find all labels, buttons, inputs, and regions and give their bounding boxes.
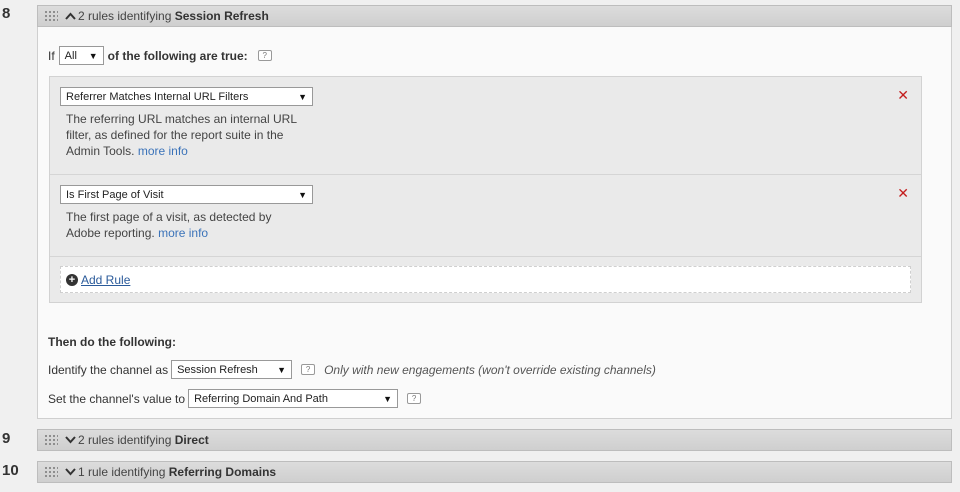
panel-title: 1 rule identifying Referring Domains bbox=[78, 465, 276, 479]
panel-channel-name: Direct bbox=[174, 433, 209, 447]
drag-handle-icon[interactable] bbox=[44, 466, 58, 478]
rule-type-value: Referrer Matches Internal URL Filters bbox=[66, 90, 249, 103]
rule-description: The referring URL matches an internal UR… bbox=[66, 111, 306, 159]
then-heading: Then do the following: bbox=[48, 335, 176, 349]
panel-summary-prefix: 1 rule identifying bbox=[78, 465, 166, 479]
add-rule-row: + Add Rule bbox=[60, 266, 911, 293]
row-number-8: 8 bbox=[2, 5, 11, 22]
chevron-down-icon[interactable] bbox=[62, 468, 78, 476]
channel-value-line: Set the channel's value to Referring Dom… bbox=[48, 389, 422, 408]
dropdown-arrow-icon: ▼ bbox=[88, 50, 98, 61]
channel-select[interactable]: Session Refresh ▼ bbox=[171, 360, 293, 379]
row-number-10: 10 bbox=[2, 462, 19, 479]
value-label: Set the channel's value to bbox=[48, 391, 186, 406]
rule-type-value: Is First Page of Visit bbox=[66, 188, 164, 201]
panel-summary-prefix: 2 rules identifying bbox=[78, 433, 172, 447]
panel-channel-name: Referring Domains bbox=[168, 465, 277, 479]
rule-description: The first page of a visit, as detected b… bbox=[66, 209, 306, 241]
channel-value-select[interactable]: Referring Domain And Path ▼ bbox=[188, 389, 399, 408]
rule-item: Is First Page of Visit ▼ The first page … bbox=[50, 175, 921, 257]
panel-header-direct[interactable]: 2 rules identifying Direct bbox=[37, 429, 952, 451]
help-icon[interactable]: ? bbox=[257, 50, 272, 61]
plus-circle-icon[interactable]: + bbox=[66, 273, 78, 286]
match-select[interactable]: All ▼ bbox=[58, 46, 104, 65]
drag-handle-icon[interactable] bbox=[44, 434, 58, 446]
identify-note: Only with new engagements (won't overrid… bbox=[324, 362, 656, 377]
channel-select-value: Session Refresh bbox=[177, 363, 258, 376]
condition-line: If All ▼ of the following are true: ? bbox=[48, 46, 272, 65]
row-number-9: 9 bbox=[2, 430, 11, 447]
panel-title: 2 rules identifying Direct bbox=[78, 433, 209, 447]
identify-label: Identify the channel as bbox=[48, 362, 169, 377]
identify-channel-line: Identify the channel as Session Refresh … bbox=[48, 360, 656, 379]
add-rule-link[interactable]: Add Rule bbox=[81, 273, 130, 287]
remove-rule-icon[interactable]: ✕ bbox=[897, 87, 909, 104]
more-info-link[interactable]: more info bbox=[158, 226, 208, 240]
panel-header-session-refresh[interactable]: 2 rules identifying Session Refresh bbox=[37, 5, 952, 27]
panel-header-referring-domains[interactable]: 1 rule identifying Referring Domains bbox=[37, 461, 952, 483]
help-icon[interactable]: ? bbox=[407, 393, 422, 404]
rule-type-select[interactable]: Is First Page of Visit ▼ bbox=[60, 185, 313, 204]
channel-value-select-value: Referring Domain And Path bbox=[194, 392, 328, 405]
dropdown-arrow-icon: ▼ bbox=[383, 393, 393, 404]
panel-channel-name: Session Refresh bbox=[174, 9, 269, 23]
dropdown-arrow-icon: ▼ bbox=[298, 91, 307, 102]
match-select-value: All bbox=[64, 49, 77, 62]
panel-title: 2 rules identifying Session Refresh bbox=[78, 9, 269, 23]
more-info-link[interactable]: more info bbox=[138, 144, 188, 158]
chevron-down-icon[interactable] bbox=[62, 436, 78, 444]
drag-handle-icon[interactable] bbox=[44, 10, 58, 22]
rules-container: Referrer Matches Internal URL Filters ▼ … bbox=[49, 76, 922, 303]
dropdown-arrow-icon: ▼ bbox=[298, 189, 307, 200]
rule-type-select[interactable]: Referrer Matches Internal URL Filters ▼ bbox=[60, 87, 313, 106]
help-icon[interactable]: ? bbox=[301, 364, 316, 375]
panel-body-session-refresh: If All ▼ of the following are true: ? Re… bbox=[37, 27, 952, 419]
dropdown-arrow-icon: ▼ bbox=[277, 364, 287, 375]
if-label: If bbox=[48, 48, 55, 63]
rule-item: Referrer Matches Internal URL Filters ▼ … bbox=[50, 77, 921, 175]
chevron-up-icon[interactable] bbox=[62, 12, 78, 20]
condition-suffix: of the following are true: bbox=[107, 48, 248, 63]
panel-summary-prefix: 2 rules identifying bbox=[78, 9, 172, 23]
remove-rule-icon[interactable]: ✕ bbox=[897, 185, 909, 202]
